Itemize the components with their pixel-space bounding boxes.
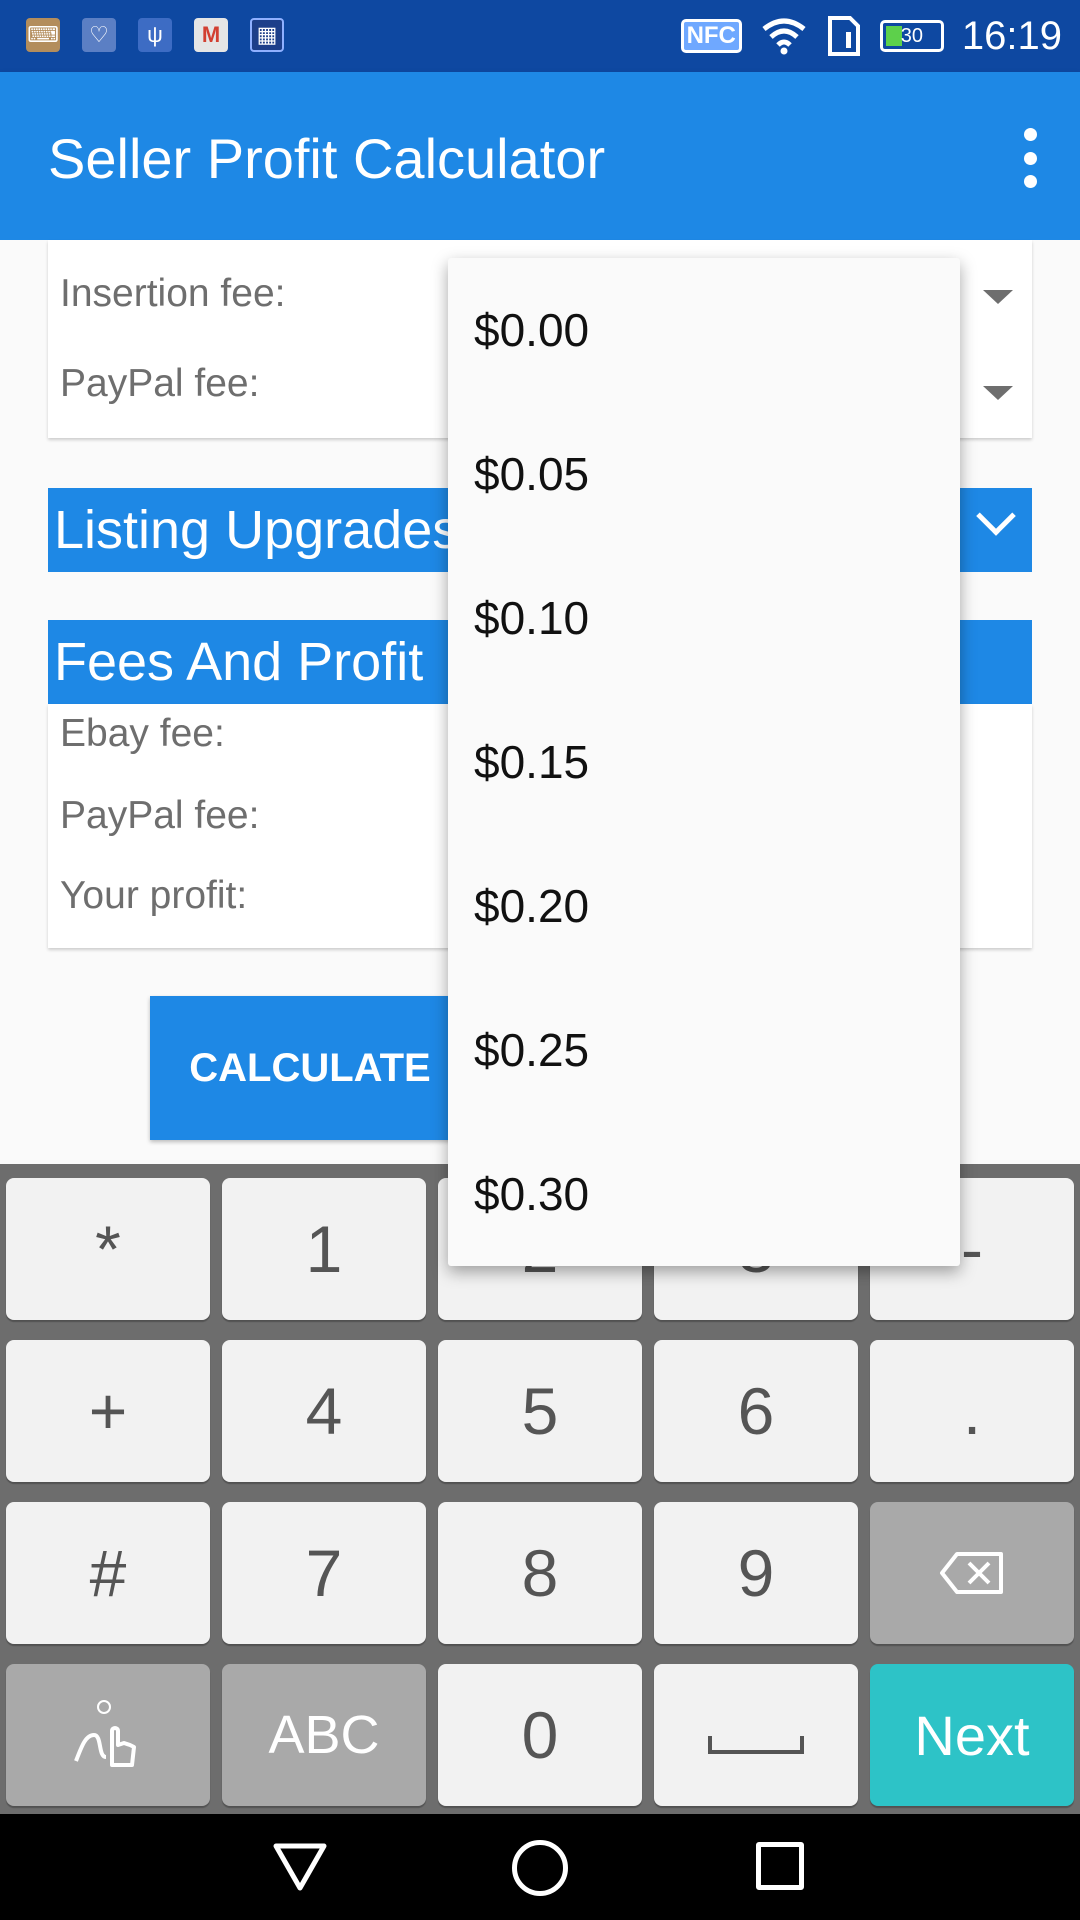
gmail-icon: M bbox=[194, 18, 228, 52]
key-1[interactable]: 1 bbox=[222, 1178, 426, 1320]
dropdown-option[interactable]: $0.10 bbox=[448, 546, 960, 690]
notification-icons: ⌨ ♡ ψ M ▦ bbox=[26, 18, 284, 52]
wifi-icon bbox=[762, 18, 806, 55]
insertion-fee-dropdown-icon[interactable] bbox=[983, 290, 1013, 304]
key-9[interactable]: 9 bbox=[654, 1502, 858, 1644]
handwriting-icon bbox=[74, 1700, 136, 1767]
key-period[interactable]: . bbox=[870, 1340, 1074, 1482]
dropdown-option[interactable]: $0.20 bbox=[448, 834, 960, 978]
backspace-icon bbox=[940, 1552, 1003, 1594]
nfc-icon: NFC bbox=[680, 19, 742, 53]
chevron-down-icon[interactable] bbox=[976, 496, 1016, 536]
overflow-menu-icon[interactable] bbox=[1018, 128, 1042, 188]
navigation-bar bbox=[0, 1814, 1080, 1920]
health-icon: ♡ bbox=[82, 18, 116, 52]
status-bar: ⌨ ♡ ψ M ▦ NFC 30 16:19 bbox=[0, 0, 1080, 72]
key-0[interactable]: 0 bbox=[438, 1664, 642, 1806]
recent-apps-icon[interactable] bbox=[756, 1842, 804, 1890]
key-6[interactable]: 6 bbox=[654, 1340, 858, 1482]
key-4[interactable]: 4 bbox=[222, 1340, 426, 1482]
page-title: Seller Profit Calculator bbox=[48, 127, 606, 190]
dropdown-option[interactable]: $0.15 bbox=[448, 690, 960, 834]
key-8[interactable]: 8 bbox=[438, 1502, 642, 1644]
paypal-fee-dropdown-icon[interactable] bbox=[983, 386, 1013, 400]
space-key[interactable] bbox=[654, 1664, 858, 1806]
app-bar: Seller Profit Calculator bbox=[0, 72, 1080, 240]
status-time: 16:19 bbox=[961, 13, 1062, 58]
key-hash[interactable]: # bbox=[6, 1502, 210, 1644]
home-icon[interactable] bbox=[512, 1840, 568, 1896]
handwriting-key[interactable] bbox=[6, 1664, 210, 1806]
backspace-key[interactable] bbox=[870, 1502, 1074, 1644]
key-asterisk[interactable]: * bbox=[6, 1178, 210, 1320]
calculator-icon: ▦ bbox=[250, 18, 284, 52]
listing-upgrades-title: Listing Upgrades bbox=[54, 500, 460, 560]
key-7[interactable]: 7 bbox=[222, 1502, 426, 1644]
space-icon bbox=[708, 1736, 804, 1754]
insertion-fee-label: Insertion fee: bbox=[60, 272, 286, 315]
dropdown-option[interactable]: $0.25 bbox=[448, 978, 960, 1122]
result-paypal-fee-label: PayPal fee: bbox=[60, 794, 260, 837]
profit-label: Your profit: bbox=[60, 874, 248, 917]
battery-level: 30 bbox=[900, 24, 924, 47]
usb-icon: ψ bbox=[138, 18, 172, 52]
next-key[interactable]: Next bbox=[870, 1664, 1074, 1806]
fees-and-profit-title: Fees And Profit bbox=[54, 632, 424, 692]
dropdown-option[interactable]: $0.30 bbox=[448, 1122, 960, 1266]
fee-options-dropdown: $0.00 $0.05 $0.10 $0.15 $0.20 $0.25 $0.3… bbox=[448, 258, 960, 1266]
key-plus[interactable]: + bbox=[6, 1340, 210, 1482]
ebay-fee-label: Ebay fee: bbox=[60, 712, 225, 755]
key-5[interactable]: 5 bbox=[438, 1340, 642, 1482]
calculate-button[interactable]: CALCULATE bbox=[150, 996, 470, 1140]
battery-icon: 30 bbox=[879, 20, 944, 52]
paypal-fee-label: PayPal fee: bbox=[60, 362, 260, 405]
back-icon[interactable] bbox=[272, 1842, 328, 1892]
dropdown-option[interactable]: $0.00 bbox=[448, 258, 960, 402]
dropdown-option[interactable]: $0.05 bbox=[448, 402, 960, 546]
keyboard-icon: ⌨ bbox=[26, 18, 60, 52]
sim-icon bbox=[827, 16, 860, 56]
abc-key[interactable]: ABC bbox=[222, 1664, 426, 1806]
